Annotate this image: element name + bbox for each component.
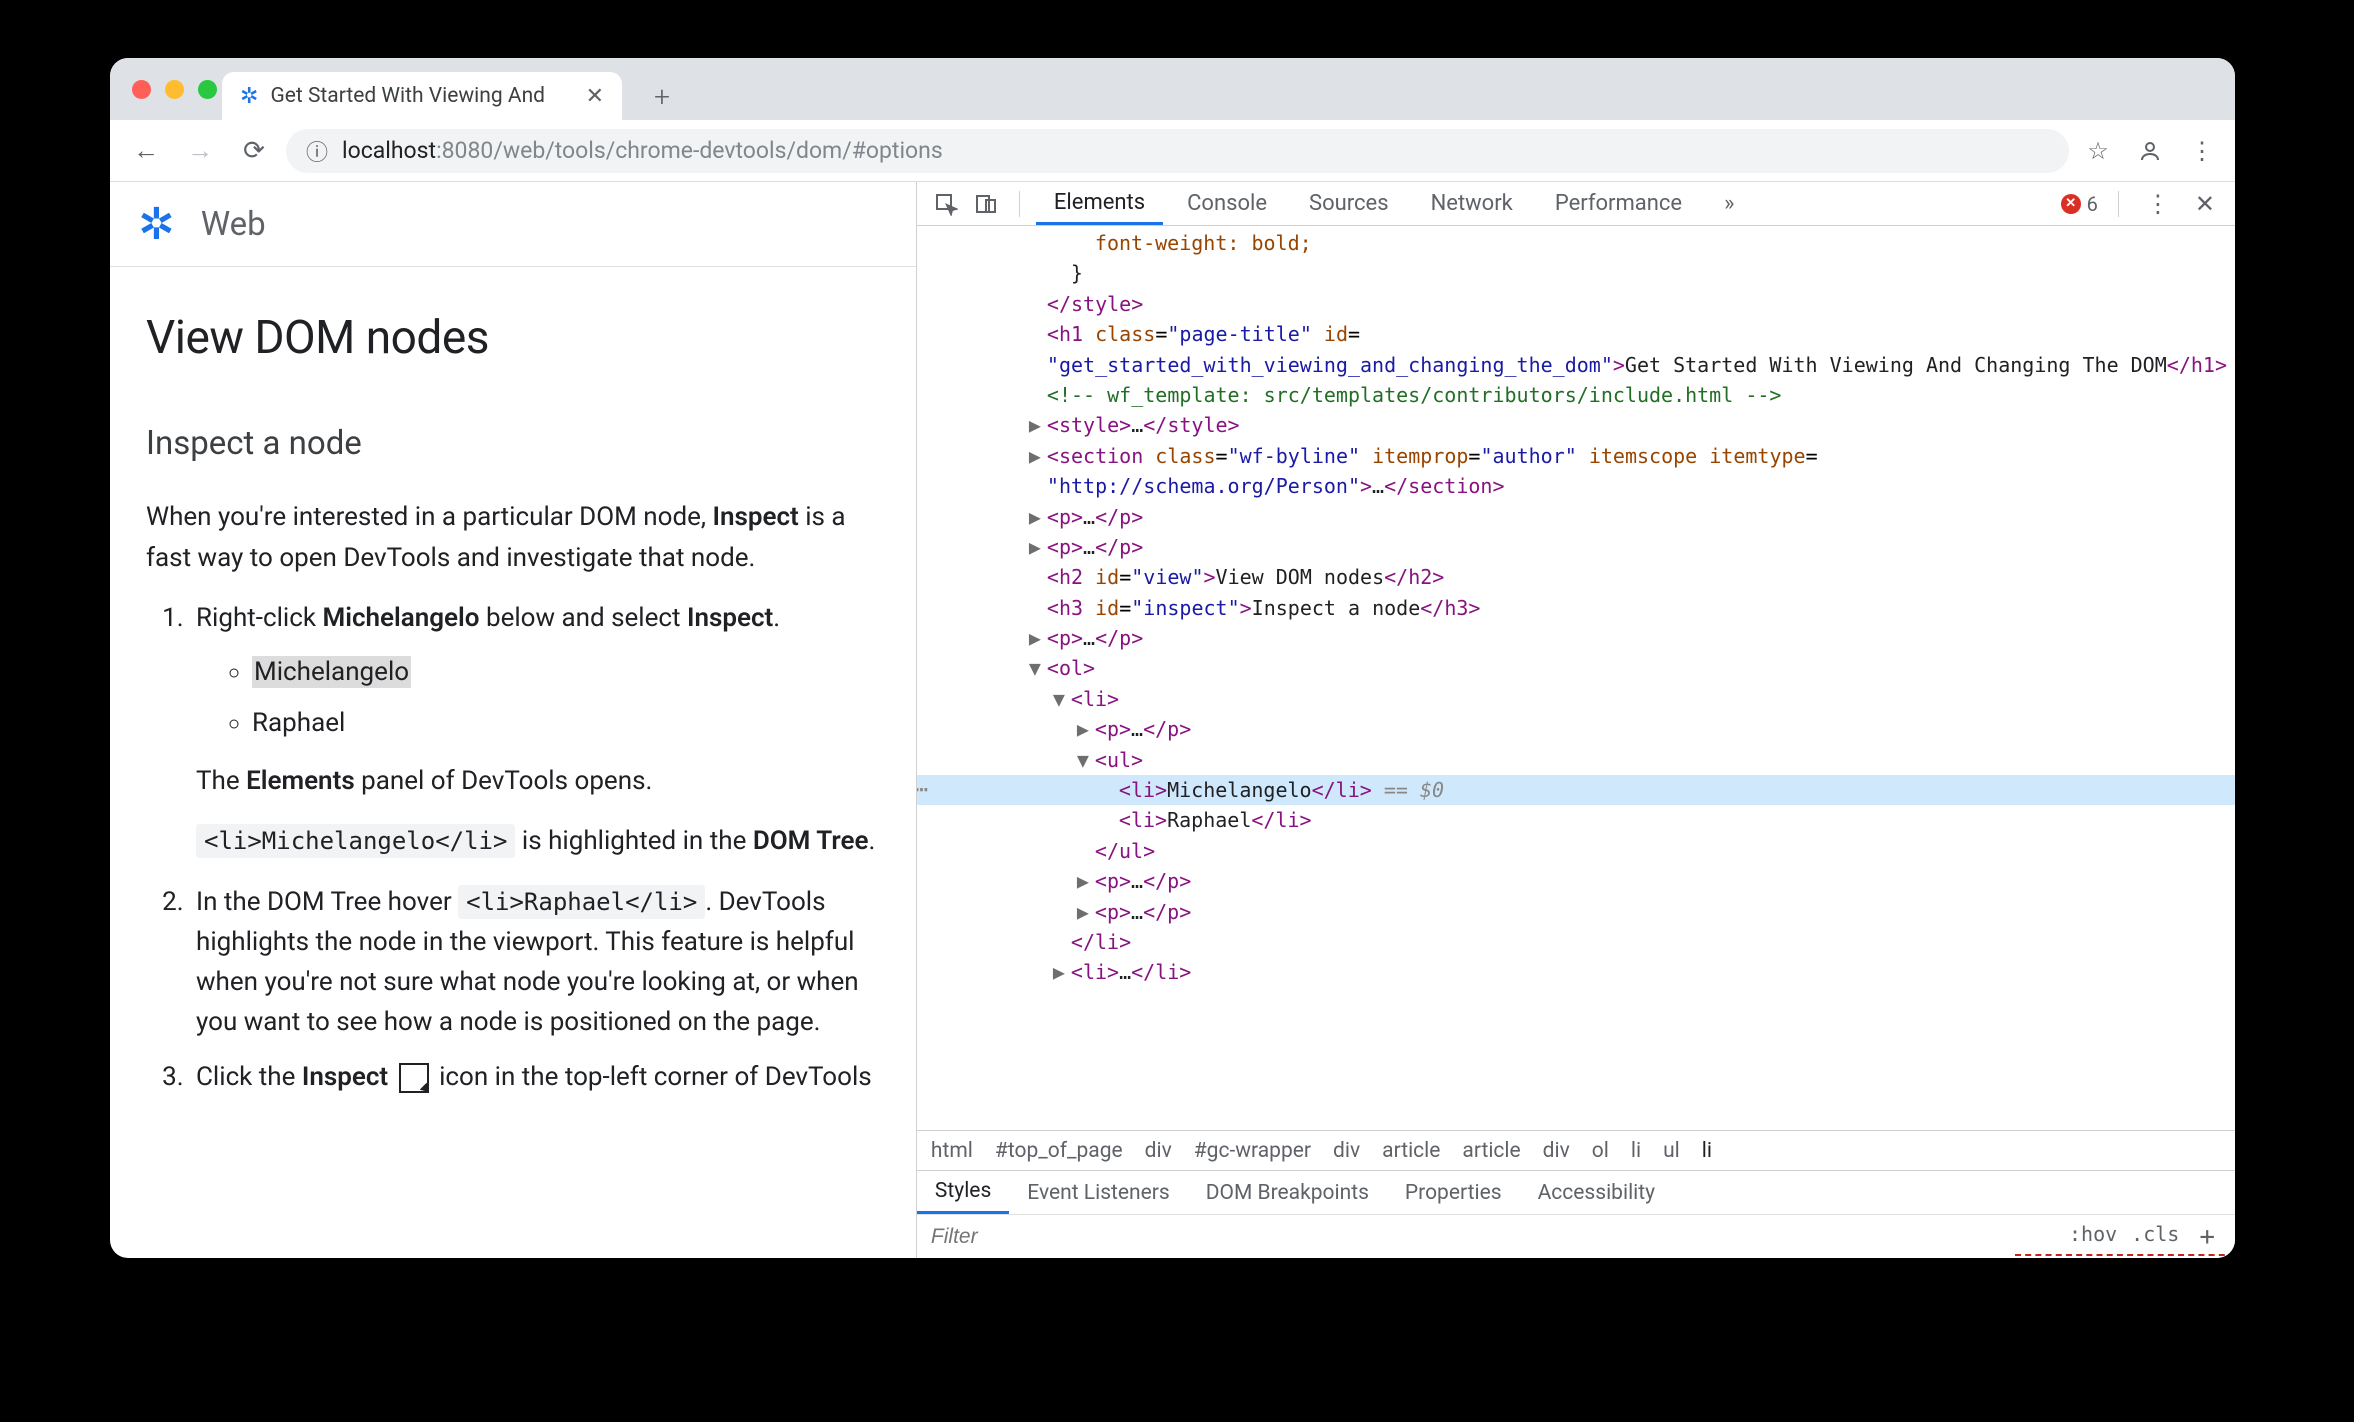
tab-dom-breakpoints[interactable]: DOM Breakpoints [1188, 1171, 1387, 1214]
window-controls [132, 80, 217, 99]
site-header: ✲ Web [110, 182, 916, 267]
tab-strip: ✲ Get Started With Viewing And ✕ + [110, 58, 2235, 120]
list-item[interactable]: Michelangelo [252, 652, 880, 692]
device-toggle-button[interactable] [969, 187, 1003, 221]
list-item[interactable]: Raphael [252, 703, 880, 743]
browser-menu-icon[interactable]: ⋮ [2183, 132, 2221, 170]
styles-filter-bar: :hov .cls + [917, 1214, 2235, 1258]
tab-console[interactable]: Console [1169, 182, 1285, 225]
hov-toggle[interactable]: :hov [2069, 1222, 2117, 1252]
add-style-rule-button[interactable]: + [2193, 1222, 2221, 1252]
styles-filter-input[interactable] [931, 1225, 2069, 1249]
inspect-element-button[interactable] [929, 187, 963, 221]
profile-avatar-icon[interactable] [2131, 132, 2169, 170]
dom-breadcrumbs[interactable]: html #top_of_page div #gc-wrapper div ar… [917, 1130, 2235, 1170]
intro-paragraph: When you're interested in a particular D… [146, 497, 880, 578]
minimize-window-button[interactable] [165, 80, 184, 99]
forward-button[interactable]: → [178, 129, 222, 173]
browser-tab[interactable]: ✲ Get Started With Viewing And ✕ [222, 72, 622, 120]
close-devtools-button[interactable]: ✕ [2187, 190, 2223, 218]
styles-tabs: Styles Event Listeners DOM Breakpoints P… [917, 1170, 2235, 1214]
inspect-icon [399, 1063, 429, 1093]
article-h1: View DOM nodes [146, 303, 880, 374]
step-3: Click the Inspect icon in the top-left c… [190, 1057, 880, 1097]
devtools-panel: Elements Console Sources Network Perform… [917, 182, 2235, 1258]
address-bar[interactable]: ⓘ localhost:8080/web/tools/chrome-devtoo… [286, 129, 2069, 173]
tab-sources[interactable]: Sources [1291, 182, 1407, 225]
tab-favicon-icon: ✲ [240, 84, 258, 109]
browser-toolbar: ← → ⟳ ⓘ localhost:8080/web/tools/chrome-… [110, 120, 2235, 182]
code-snippet: <li>Michelangelo</li> [196, 824, 515, 858]
close-tab-button[interactable]: ✕ [586, 84, 604, 109]
tab-network[interactable]: Network [1413, 182, 1531, 225]
dashed-indicator [2015, 1254, 2235, 1256]
back-button[interactable]: ← [124, 129, 168, 173]
page-viewport: ✲ Web View DOM nodes Inspect a node When… [110, 182, 917, 1258]
tab-performance[interactable]: Performance [1537, 182, 1700, 225]
url-text: localhost:8080/web/tools/chrome-devtools… [342, 137, 943, 164]
devtools-menu-icon[interactable]: ⋮ [2139, 185, 2177, 223]
site-name: Web [201, 205, 266, 244]
more-tabs-button[interactable]: » [1706, 182, 1752, 225]
browser-window: ✲ Get Started With Viewing And ✕ + ← → ⟳… [110, 58, 2235, 1258]
tab-properties[interactable]: Properties [1387, 1171, 1520, 1214]
error-icon: ✕ [2061, 194, 2081, 214]
error-count-badge[interactable]: ✕ 6 [2061, 192, 2098, 216]
site-logo-icon: ✲ [138, 198, 175, 250]
maximize-window-button[interactable] [198, 80, 217, 99]
bookmark-star-icon[interactable]: ☆ [2079, 132, 2117, 170]
article-h2: Inspect a node [146, 418, 880, 469]
new-tab-button[interactable]: + [640, 74, 684, 118]
site-info-icon[interactable]: ⓘ [306, 135, 328, 167]
tab-elements[interactable]: Elements [1036, 182, 1163, 225]
elements-dom-tree[interactable]: font-weight: bold; } </style> <h1 class=… [917, 226, 2235, 1130]
devtools-header: Elements Console Sources Network Perform… [917, 182, 2235, 226]
tab-event-listeners[interactable]: Event Listeners [1009, 1171, 1187, 1214]
step-2: In the DOM Tree hover <li>Raphael</li>. … [190, 882, 880, 1043]
tab-title: Get Started With Viewing And [270, 84, 545, 108]
code-snippet: <li>Raphael</li> [458, 885, 705, 919]
tab-accessibility[interactable]: Accessibility [1520, 1171, 1674, 1214]
article-body: View DOM nodes Inspect a node When you'r… [110, 267, 916, 1147]
close-window-button[interactable] [132, 80, 151, 99]
content-area: ✲ Web View DOM nodes Inspect a node When… [110, 182, 2235, 1258]
selected-dom-node[interactable]: <li>Michelangelo</li> == $0 [917, 775, 2235, 805]
cls-toggle[interactable]: .cls [2131, 1222, 2179, 1252]
tab-styles[interactable]: Styles [917, 1171, 1009, 1214]
reload-button[interactable]: ⟳ [232, 129, 276, 173]
step-1: Right-click Michelangelo below and selec… [190, 598, 880, 861]
